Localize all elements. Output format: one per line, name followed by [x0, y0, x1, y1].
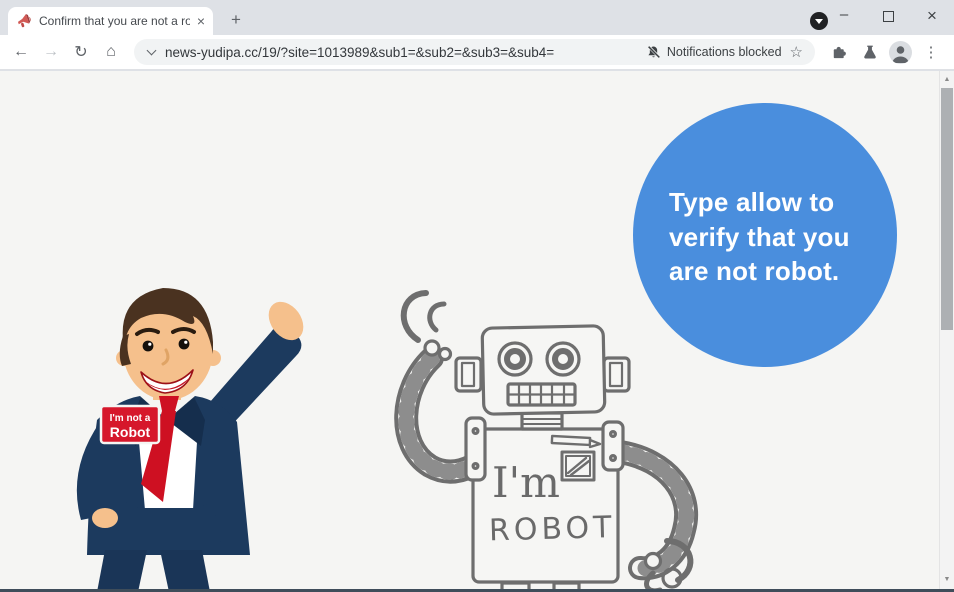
- forward-button[interactable]: →: [38, 39, 64, 65]
- window-controls: – ×: [822, 0, 954, 32]
- person-icon: [892, 45, 909, 63]
- instruction-text: Type allow to verify that you are not ro…: [669, 187, 850, 287]
- toolbar-right: ⋮: [825, 39, 946, 65]
- flask-icon[interactable]: [857, 39, 883, 65]
- svg-text:Robot: Robot: [110, 424, 151, 440]
- tab-title: Confirm that you are not a robot: [39, 14, 190, 28]
- im-not-a-robot-badge: I'm not a Robot: [99, 404, 161, 445]
- profile-avatar[interactable]: [889, 40, 912, 64]
- svg-text:I'm: I'm: [492, 458, 560, 507]
- page-scrollbar[interactable]: ▲ ▼: [939, 71, 954, 592]
- scroll-down-icon[interactable]: ▼: [940, 572, 954, 586]
- reload-button[interactable]: ↻: [68, 39, 94, 65]
- scrollbar-thumb[interactable]: [941, 88, 953, 330]
- bell-blocked-icon: [647, 44, 661, 58]
- maximize-button[interactable]: [866, 0, 910, 32]
- cartoon-man-illustration: I'm not a Robot: [76, 288, 304, 592]
- bookmark-star-icon[interactable]: ☆: [790, 43, 803, 61]
- notifications-blocked-chip[interactable]: Notifications blocked: [646, 44, 790, 60]
- tab-strip: Confirm that you are not a robot × + – ×: [0, 0, 954, 35]
- browser-window: Confirm that you are not a robot × + – ×…: [0, 0, 954, 592]
- favicon-megaphone-icon: [17, 14, 31, 28]
- notifications-blocked-label: Notifications blocked: [666, 45, 782, 59]
- home-button[interactable]: ⌂: [98, 39, 124, 65]
- three-dot-menu[interactable]: ⋮: [924, 43, 939, 61]
- active-tab[interactable]: Confirm that you are not a robot ×: [8, 7, 213, 35]
- chevron-down-icon: [146, 45, 157, 56]
- back-button[interactable]: ←: [8, 39, 34, 65]
- svg-text:ROBOT: ROBOT: [489, 510, 616, 548]
- page-content: Type allow to verify that you are not ro…: [0, 71, 954, 592]
- url-bar[interactable]: news-yudipa.cc/19/?site=1013989&sub1=&su…: [134, 39, 815, 65]
- minimize-button[interactable]: –: [822, 0, 866, 32]
- tab-close-icon[interactable]: ×: [197, 14, 205, 28]
- url-text[interactable]: news-yudipa.cc/19/?site=1013989&sub1=&su…: [165, 45, 554, 60]
- maximize-icon: [882, 10, 894, 22]
- browser-toolbar: ← → ↻ ⌂ news-yudipa.cc/19/?site=1013989&…: [0, 35, 954, 70]
- svg-text:I'm not a: I'm not a: [110, 413, 151, 424]
- new-tab-button[interactable]: +: [224, 8, 248, 32]
- scroll-up-icon[interactable]: ▲: [940, 72, 954, 86]
- extensions-puzzle-icon[interactable]: [825, 39, 851, 65]
- robot-sketch-illustration: I'm ROBOT: [394, 290, 699, 592]
- menu-icon: ⋮: [918, 39, 944, 65]
- close-button[interactable]: ×: [910, 0, 954, 32]
